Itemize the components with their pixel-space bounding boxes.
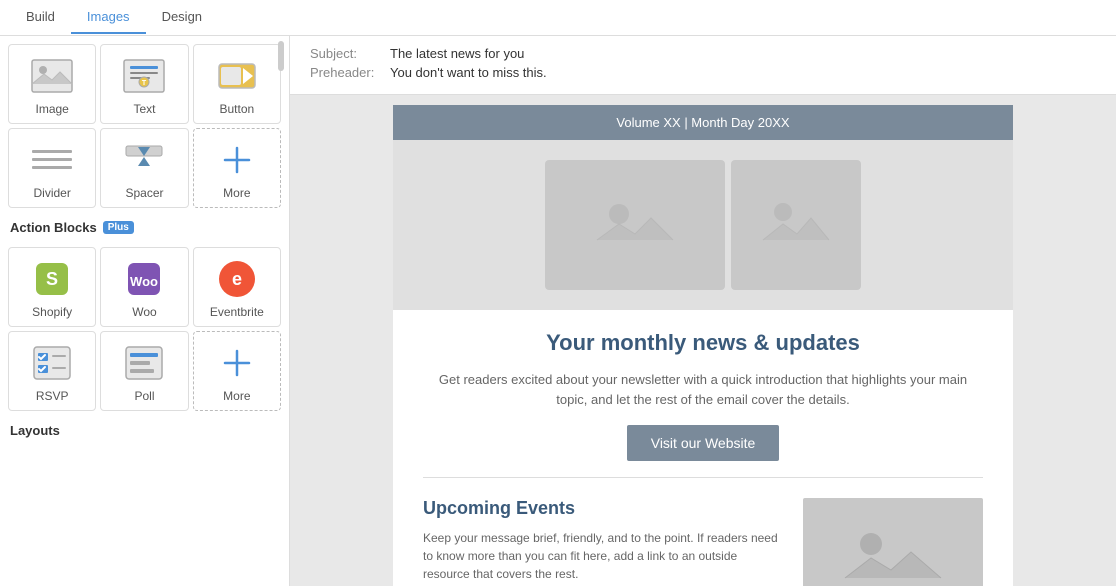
block-item-rsvp[interactable]: RSVP: [8, 331, 96, 411]
block-text-label: Text: [133, 102, 155, 116]
hero-img-left: [545, 160, 725, 290]
events-left: Upcoming Events Keep your message brief,…: [423, 498, 787, 586]
block-item-divider[interactable]: Divider: [8, 128, 96, 208]
scroll-indicator: [278, 41, 284, 71]
block-eventbrite-label: Eventbrite: [210, 305, 264, 319]
text-icon: T: [120, 56, 168, 96]
block-item-woo[interactable]: Woo Woo: [100, 247, 188, 327]
block-item-spacer[interactable]: Spacer: [100, 128, 188, 208]
eventbrite-icon: e: [213, 259, 261, 299]
email-headline: Your monthly news & updates: [423, 330, 983, 356]
action-blocks-grid: S Shopify Woo Woo: [0, 239, 289, 415]
email-body: Your monthly news & updates Get readers …: [393, 310, 1013, 586]
block-item-more2[interactable]: More: [193, 331, 281, 411]
divider-icon: [28, 140, 76, 180]
hero-image-placeholder: [545, 160, 861, 290]
tab-design[interactable]: Design: [146, 1, 218, 34]
block-rsvp-label: RSVP: [36, 389, 69, 403]
shopify-icon: S: [28, 259, 76, 299]
events-right: [803, 498, 983, 586]
preheader-row: Preheader: You don't want to miss this.: [310, 65, 1096, 80]
block-woo-label: Woo: [132, 305, 156, 319]
content-area: Subject: The latest news for you Prehead…: [290, 36, 1116, 586]
events-title: Upcoming Events: [423, 498, 787, 519]
block-item-eventbrite[interactable]: e Eventbrite: [193, 247, 281, 327]
tab-images[interactable]: Images: [71, 1, 146, 34]
email-hero: [393, 140, 1013, 310]
block-image-label: Image: [35, 102, 68, 116]
svg-text:Woo: Woo: [131, 274, 159, 289]
action-blocks-label: Action Blocks: [10, 220, 97, 235]
poll-icon: [120, 343, 168, 383]
spacer-icon: [120, 140, 168, 180]
block-item-image[interactable]: Image: [8, 44, 96, 124]
more-icon: [213, 140, 261, 180]
svg-text:S: S: [46, 269, 58, 289]
tab-build[interactable]: Build: [10, 1, 71, 34]
email-header-text: Volume XX | Month Day 20XX: [616, 115, 789, 130]
subject-row: Subject: The latest news for you: [310, 46, 1096, 61]
plus-badge: Plus: [103, 221, 134, 234]
sidebar: Image T Text: [0, 36, 290, 586]
events-section: Upcoming Events Keep your message brief,…: [423, 488, 983, 586]
email-meta: Subject: The latest news for you Prehead…: [290, 36, 1116, 95]
button-icon: [213, 56, 261, 96]
block-item-shopify[interactable]: S Shopify: [8, 247, 96, 327]
block-spacer-label: Spacer: [125, 186, 163, 200]
email-header-band: Volume XX | Month Day 20XX: [393, 105, 1013, 140]
block-item-text[interactable]: T Text: [100, 44, 188, 124]
events-body-text: Keep your message brief, friendly, and t…: [423, 531, 778, 581]
events-image-placeholder: [803, 498, 983, 586]
block-item-button[interactable]: Button: [193, 44, 281, 124]
top-tab-bar: Build Images Design: [0, 0, 1116, 36]
block-poll-label: Poll: [134, 389, 154, 403]
block-button-label: Button: [219, 102, 254, 116]
svg-text:e: e: [232, 269, 242, 289]
cta-button[interactable]: Visit our Website: [627, 425, 780, 461]
more2-icon: [213, 343, 261, 383]
preheader-label: Preheader:: [310, 65, 390, 80]
subject-label: Subject:: [310, 46, 390, 61]
layouts-section-header: Layouts: [0, 415, 289, 442]
preheader-value: You don't want to miss this.: [390, 65, 547, 80]
image-icon: [28, 56, 76, 96]
content-blocks-grid: Image T Text: [0, 36, 289, 212]
email-intro: Get readers excited about your newslette…: [423, 370, 983, 409]
main-layout: Image T Text: [0, 36, 1116, 586]
section-divider: [423, 477, 983, 478]
woo-icon: Woo: [120, 259, 168, 299]
block-item-poll[interactable]: Poll: [100, 331, 188, 411]
block-shopify-label: Shopify: [32, 305, 72, 319]
email-preview: Volume XX | Month Day 20XX: [393, 105, 1013, 586]
layouts-label: Layouts: [10, 423, 60, 438]
action-blocks-header: Action Blocks Plus: [0, 212, 289, 239]
block-item-more[interactable]: More: [193, 128, 281, 208]
svg-text:T: T: [142, 80, 147, 87]
hero-img-right: [731, 160, 861, 290]
events-text: Keep your message brief, friendly, and t…: [423, 529, 787, 583]
cta-button-wrap: Visit our Website: [423, 425, 983, 461]
block-divider-label: Divider: [33, 186, 70, 200]
subject-value: The latest news for you: [390, 46, 524, 61]
block-more2-label: More: [223, 389, 250, 403]
block-more-label: More: [223, 186, 250, 200]
rsvp-icon: [28, 343, 76, 383]
